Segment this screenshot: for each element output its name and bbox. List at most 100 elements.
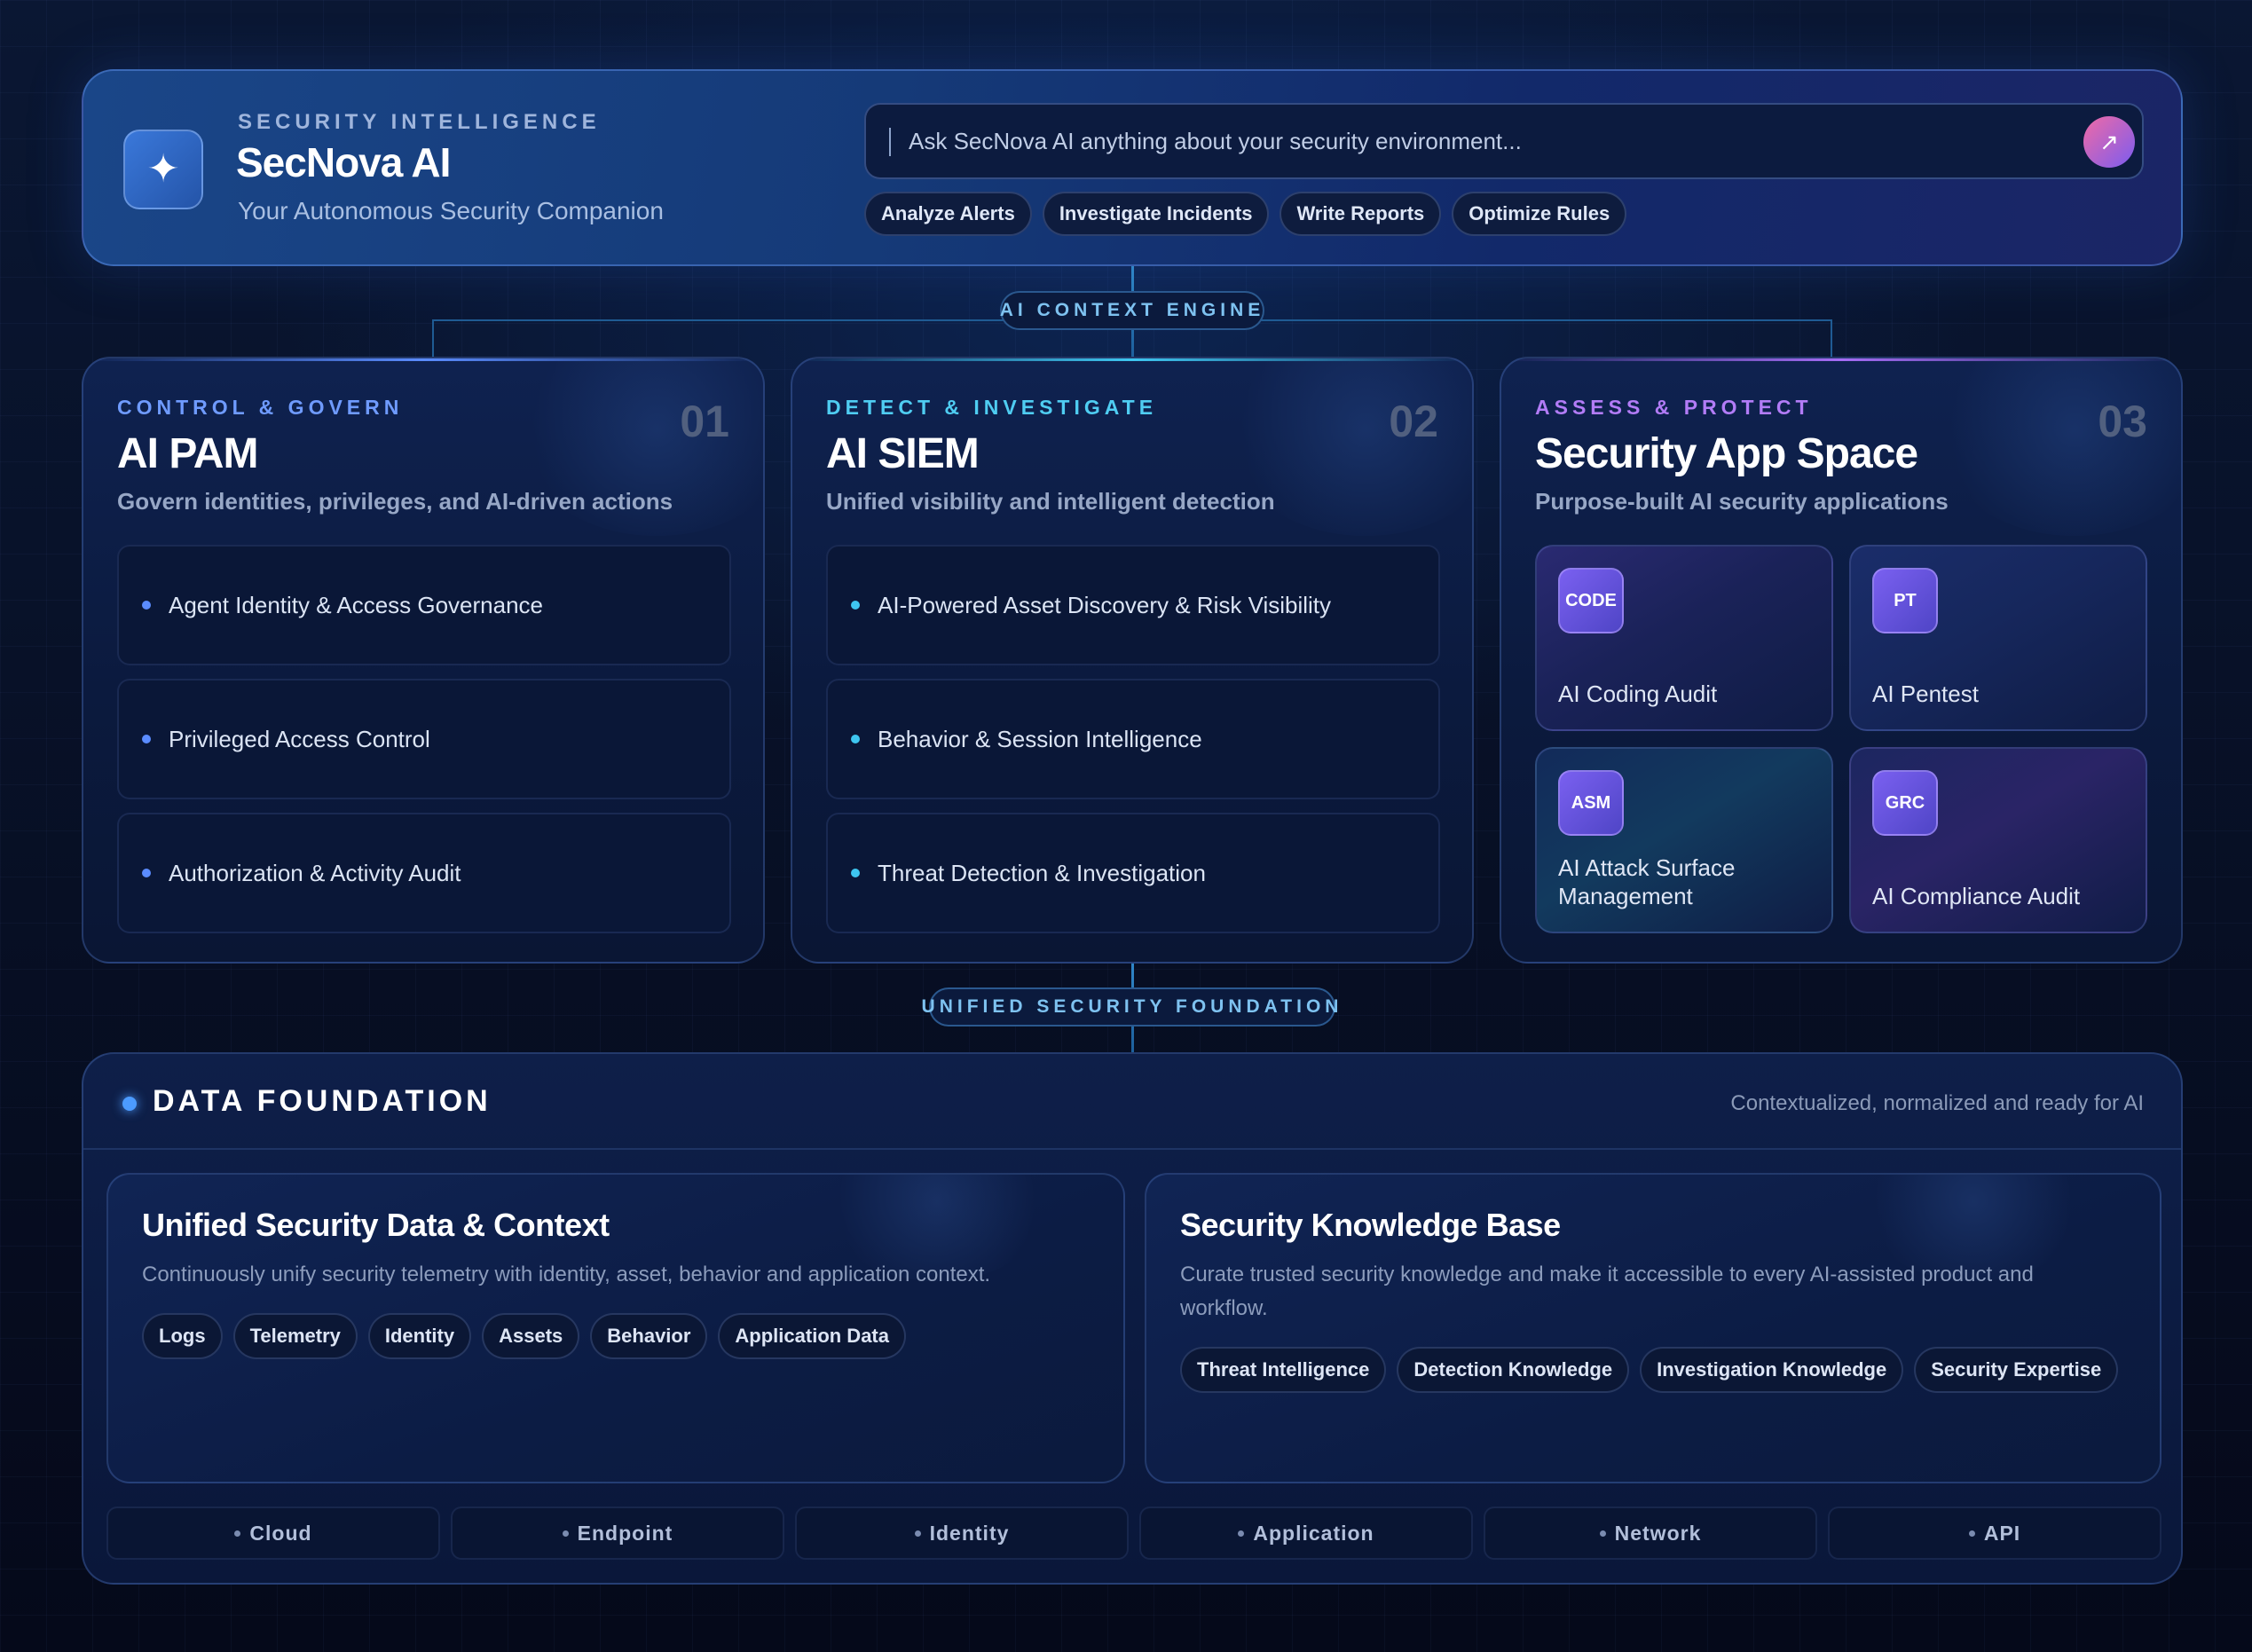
bullet-dot bbox=[234, 1530, 241, 1537]
source-label: Identity bbox=[929, 1521, 1010, 1545]
capability-item[interactable]: AI-Powered Asset Discovery & Risk Visibi… bbox=[826, 545, 1440, 665]
tag-list: Logs Telemetry Identity Assets Behavior … bbox=[142, 1313, 1100, 1359]
column-ai-pam: CONTROL & GOVERN 01 AI PAM Govern identi… bbox=[82, 357, 765, 964]
assistant-header: ✦ SECURITY INTELLIGENCE SecNova AI Your … bbox=[82, 69, 2183, 266]
column-accent-bar bbox=[83, 358, 763, 361]
tag-chip[interactable]: Application Data bbox=[718, 1313, 906, 1359]
app-badge: ASM bbox=[1558, 770, 1624, 836]
source-label: API bbox=[1983, 1521, 2021, 1545]
column-number: 03 bbox=[2098, 397, 2147, 446]
column-eyebrow: CONTROL & GOVERN bbox=[117, 396, 404, 419]
foundation-tagline: Contextualized, normalized and ready for… bbox=[1730, 1091, 2144, 1115]
column-subtitle: Unified visibility and intelligent detec… bbox=[826, 488, 1275, 515]
column-accent-bar bbox=[792, 358, 1472, 361]
data-foundation-panel: DATA FOUNDATION Contextualized, normaliz… bbox=[82, 1052, 2183, 1585]
product-subtitle: Your Autonomous Security Companion bbox=[238, 197, 664, 224]
source-application[interactable]: Application bbox=[1139, 1506, 1473, 1560]
capability-item[interactable]: Privileged Access Control bbox=[117, 679, 731, 799]
capability-label: Agent Identity & Access Governance bbox=[169, 591, 544, 618]
arrow-up-right-icon: ↗ bbox=[2099, 128, 2119, 155]
card-description: Continuously unify security telemetry wi… bbox=[142, 1263, 991, 1286]
source-endpoint[interactable]: Endpoint bbox=[451, 1506, 784, 1560]
app-name: AI Compliance Audit bbox=[1872, 883, 2081, 909]
source-label: Application bbox=[1253, 1521, 1374, 1545]
app-badge: GRC bbox=[1872, 770, 1938, 836]
source-network[interactable]: Network bbox=[1484, 1506, 1817, 1560]
capability-label: Threat Detection & Investigation bbox=[878, 859, 1206, 886]
app-badge: PT bbox=[1872, 568, 1938, 633]
source-identity[interactable]: Identity bbox=[795, 1506, 1129, 1560]
tag-chip[interactable]: Logs bbox=[142, 1313, 223, 1359]
connector-drop-right bbox=[1831, 319, 1832, 357]
status-dot bbox=[122, 1097, 137, 1111]
tag-chip[interactable]: Detection Knowledge bbox=[1397, 1347, 1630, 1393]
ai-context-engine-label: AI CONTEXT ENGINE bbox=[1000, 291, 1264, 330]
source-label: Cloud bbox=[249, 1521, 312, 1545]
source-label: Network bbox=[1614, 1521, 1702, 1545]
bullet-dot bbox=[1599, 1530, 1606, 1537]
capability-item[interactable]: Agent Identity & Access Governance bbox=[117, 545, 731, 665]
source-api[interactable]: API bbox=[1828, 1506, 2161, 1560]
card-title: Security Knowledge Base bbox=[1180, 1207, 1561, 1243]
tag-chip[interactable]: Threat Intelligence bbox=[1180, 1347, 1387, 1393]
bullet-dot bbox=[851, 601, 860, 610]
ask-input[interactable]: Ask SecNova AI anything about your secur… bbox=[864, 103, 2144, 179]
tag-list: Threat Intelligence Detection Knowledge … bbox=[1180, 1347, 2138, 1393]
tag-chip[interactable]: Telemetry bbox=[232, 1313, 358, 1359]
bullet-dot bbox=[142, 735, 151, 743]
tag-chip[interactable]: Behavior bbox=[590, 1313, 708, 1359]
unified-security-foundation-label: UNIFIED SECURITY FOUNDATION bbox=[922, 987, 1338, 1027]
tag-chip[interactable]: Assets bbox=[482, 1313, 580, 1359]
column-number: 01 bbox=[680, 397, 729, 446]
column-accent-bar bbox=[1501, 358, 2181, 361]
app-badge: CODE bbox=[1558, 568, 1624, 633]
quick-action-write-reports[interactable]: Write Reports bbox=[1280, 192, 1442, 236]
capability-label: Authorization & Activity Audit bbox=[169, 859, 461, 886]
capability-item[interactable]: Authorization & Activity Audit bbox=[117, 813, 731, 933]
capability-label: AI-Powered Asset Discovery & Risk Visibi… bbox=[878, 591, 1332, 618]
column-eyebrow: DETECT & INVESTIGATE bbox=[826, 396, 1158, 419]
column-eyebrow: ASSESS & PROTECT bbox=[1535, 396, 1813, 419]
bullet-dot bbox=[562, 1530, 569, 1537]
column-security-app-space: ASSESS & PROTECT 03 Security App Space P… bbox=[1500, 357, 2183, 964]
foundation-title: DATA FOUNDATION bbox=[153, 1084, 492, 1118]
capability-label: Behavior & Session Intelligence bbox=[878, 725, 1202, 752]
sparkle-icon: ✦ bbox=[123, 130, 203, 209]
tag-chip[interactable]: Investigation Knowledge bbox=[1640, 1347, 1904, 1393]
data-sources: Cloud Endpoint Identity Application Netw… bbox=[106, 1506, 2161, 1560]
card-title: Unified Security Data & Context bbox=[142, 1207, 610, 1243]
source-label: Endpoint bbox=[577, 1521, 673, 1545]
bullet-dot bbox=[1238, 1530, 1245, 1537]
capability-item[interactable]: Behavior & Session Intelligence bbox=[826, 679, 1440, 799]
capability-item[interactable]: Threat Detection & Investigation bbox=[826, 813, 1440, 933]
column-subtitle: Purpose-built AI security applications bbox=[1535, 488, 1949, 515]
card-unified-security-data: Unified Security Data & Context Continuo… bbox=[106, 1173, 1125, 1483]
card-security-knowledge-base: Security Knowledge Base Curate trusted s… bbox=[1145, 1173, 2161, 1483]
ask-placeholder: Ask SecNova AI anything about your secur… bbox=[909, 128, 1522, 154]
app-card-attack-surface[interactable]: ASM AI Attack Surface Management bbox=[1535, 747, 1833, 933]
column-title: Security App Space bbox=[1535, 430, 1918, 477]
column-ai-siem: DETECT & INVESTIGATE 02 AI SIEM Unified … bbox=[791, 357, 1474, 964]
source-cloud[interactable]: Cloud bbox=[106, 1506, 440, 1560]
quick-action-investigate-incidents[interactable]: Investigate Incidents bbox=[1042, 192, 1270, 236]
connector-drop-left bbox=[432, 319, 434, 357]
bullet-dot bbox=[142, 869, 151, 877]
bullet-dot bbox=[914, 1530, 921, 1537]
card-description: Curate trusted security knowledge and ma… bbox=[1180, 1263, 2034, 1320]
divider bbox=[83, 1148, 2181, 1150]
tag-chip[interactable]: Identity bbox=[367, 1313, 472, 1359]
app-card-coding-audit[interactable]: CODE AI Coding Audit bbox=[1535, 545, 1833, 731]
app-name: AI Attack Surface Management bbox=[1558, 854, 1736, 909]
column-subtitle: Govern identities, privileges, and AI-dr… bbox=[117, 488, 673, 515]
send-button[interactable]: ↗ bbox=[2083, 116, 2135, 168]
column-title: AI SIEM bbox=[826, 430, 980, 477]
quick-action-analyze-alerts[interactable]: Analyze Alerts bbox=[864, 192, 1032, 236]
header-eyebrow: SECURITY INTELLIGENCE bbox=[238, 110, 601, 134]
quick-action-optimize-rules[interactable]: Optimize Rules bbox=[1452, 192, 1627, 236]
bullet-dot bbox=[1968, 1530, 1975, 1537]
text-cursor bbox=[889, 128, 891, 156]
app-name: AI Coding Audit bbox=[1558, 680, 1718, 707]
app-card-compliance-audit[interactable]: GRC AI Compliance Audit bbox=[1849, 747, 2147, 933]
app-card-pentest[interactable]: PT AI Pentest bbox=[1849, 545, 2147, 731]
tag-chip[interactable]: Security Expertise bbox=[1914, 1347, 2119, 1393]
